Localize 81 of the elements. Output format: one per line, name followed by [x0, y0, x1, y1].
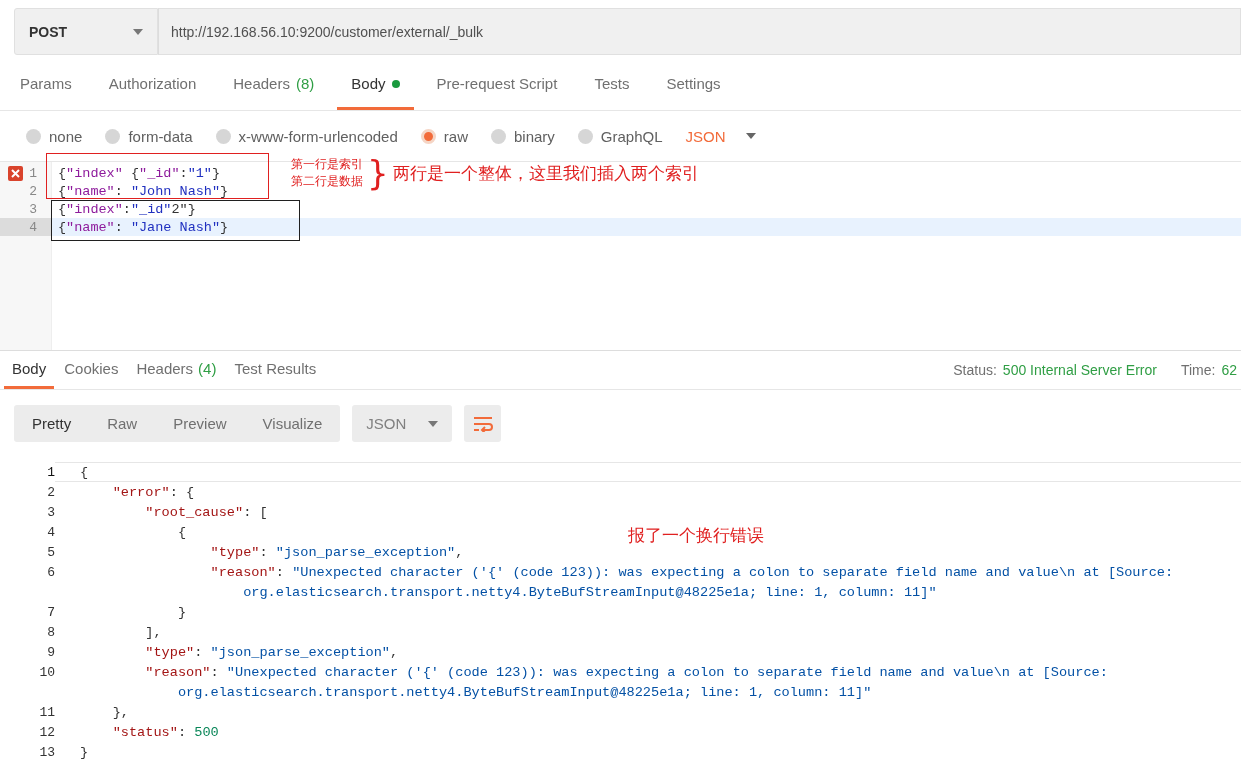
- line-number: 4: [46, 524, 55, 540]
- line-number: 2: [46, 484, 55, 500]
- radio-option[interactable]: none: [26, 127, 83, 145]
- code-line: {: [80, 464, 89, 480]
- format-dropdown[interactable]: JSON: [352, 405, 453, 442]
- code-line: }: [80, 744, 89, 760]
- response-tab[interactable]: Cookies: [56, 351, 127, 389]
- code-line: }: [176, 604, 187, 620]
- time-value: 62: [1221, 362, 1237, 378]
- status-label: Status:: [953, 362, 997, 378]
- line-number: 12: [38, 724, 55, 740]
- line-number: 8: [46, 624, 55, 640]
- method-dropdown[interactable]: POST: [14, 8, 158, 55]
- caret-down-icon: [428, 420, 439, 427]
- code-line: {"index":"_id"2"}: [58, 201, 196, 217]
- radio-option[interactable]: form-data: [105, 127, 193, 145]
- line-number: 10: [38, 664, 55, 680]
- request-tab[interactable]: Tests: [580, 62, 644, 110]
- radio-option[interactable]: raw: [420, 127, 468, 145]
- request-tab[interactable]: Authorization: [94, 62, 211, 110]
- code-line: "reason": "Unexpected character ('{' (code 123)): was expecting a colon to separate field name and value\n at [Source:: [144, 664, 1108, 680]
- radio-button[interactable]: [105, 128, 121, 144]
- code-line: "reason": "Unexpected character ('{' (code 123)): was expecting a colon to separate field name and value\n at [Source:: [209, 564, 1174, 580]
- annotation-text: 第二行是数据: [291, 173, 363, 190]
- format-dropdown[interactable]: JSON: [685, 127, 756, 145]
- radio-button[interactable]: [490, 128, 506, 144]
- request-tab[interactable]: Headers (8): [219, 62, 329, 110]
- code-line: "root_cause": [: [144, 504, 268, 520]
- request-tab[interactable]: Params: [6, 62, 86, 110]
- code-line: ],: [144, 624, 162, 640]
- code-line: "type": "json_parse_exception",: [144, 644, 399, 660]
- code-line: {: [176, 524, 187, 540]
- brace-mark: }: [367, 156, 389, 190]
- radio-button[interactable]: [577, 128, 593, 144]
- wrap-lines-icon: [472, 415, 493, 432]
- line-number: 7: [46, 604, 55, 620]
- radio-option[interactable]: GraphQL: [577, 127, 663, 145]
- line-number: 9: [46, 644, 55, 660]
- line-number: 13: [38, 744, 55, 760]
- line-number: 1: [28, 165, 37, 181]
- code-line: {"name": "Jane Nash"}: [58, 219, 229, 235]
- line-number: 4: [28, 219, 37, 235]
- time-label: Time:: [1180, 362, 1216, 378]
- code-line: },: [111, 704, 129, 720]
- request-tab[interactable]: Body: [337, 62, 414, 110]
- view-mode-button[interactable]: Raw: [89, 405, 156, 442]
- code-line: {"index" {"_id":"1"}: [58, 165, 221, 181]
- radio-button[interactable]: [26, 128, 41, 144]
- caret-down-icon: [745, 133, 756, 139]
- line-number: 6: [46, 564, 55, 580]
- line-number: 3: [46, 504, 55, 520]
- url-field[interactable]: http://192.168.56.10:9200/customer/external/_bulk: [158, 8, 1241, 55]
- annotation-text: 两行是一个整体，这里我们插入两个索引: [392, 162, 699, 185]
- radio-button[interactable]: [215, 128, 231, 144]
- radio-button[interactable]: [420, 128, 436, 144]
- code-line: org.elasticsearch.transport.netty4.ByteBufStreamInput@48225e1a; line: 1, column: 11]": [176, 684, 872, 700]
- radio-option[interactable]: x-www-form-urlencoded: [215, 127, 398, 145]
- code-line: "error": {: [111, 484, 195, 500]
- view-mode-button[interactable]: Preview: [155, 405, 245, 442]
- line-number: 11: [38, 704, 55, 720]
- wrap-lines-button[interactable]: [464, 405, 502, 442]
- code-line: "status": 500: [111, 724, 219, 740]
- line-number: 5: [46, 544, 55, 560]
- code-line: {"name": "John Nash"}: [58, 183, 229, 199]
- line-number: 1: [46, 464, 55, 480]
- response-tab[interactable]: Body: [4, 351, 55, 389]
- line-number: 3: [28, 201, 37, 217]
- code-line: org.elasticsearch.transport.netty4.ByteBufStreamInput@48225e1a; line: 1, column: 11]": [242, 584, 937, 600]
- line-number: 2: [28, 183, 37, 199]
- view-mode-button[interactable]: Pretty: [14, 405, 90, 442]
- request-tab[interactable]: Pre-request Script: [422, 62, 572, 110]
- request-tab[interactable]: Settings: [652, 62, 735, 110]
- radio-option[interactable]: binary: [490, 127, 555, 145]
- view-mode-button[interactable]: Visualize: [244, 405, 341, 442]
- caret-down-icon: [133, 28, 143, 35]
- response-tab[interactable]: Test Results: [226, 351, 325, 389]
- annotation-text: 第一行是索引: [291, 156, 363, 173]
- code-line: "type": "json_parse_exception",: [209, 544, 464, 560]
- status-value: 500 Internal Server Error: [1002, 362, 1157, 378]
- response-tab[interactable]: Headers (4): [128, 351, 225, 389]
- annotation-text: 报了一个换行错误: [628, 525, 764, 547]
